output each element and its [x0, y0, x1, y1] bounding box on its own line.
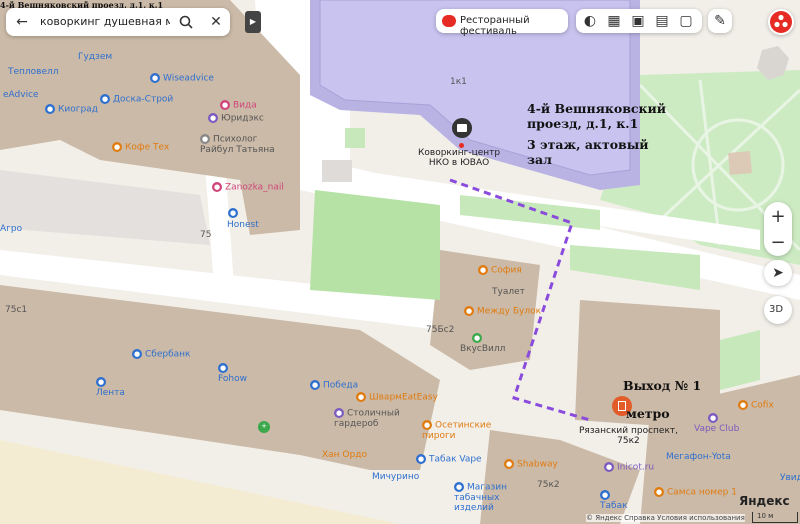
poi-han[interactable]: Хан Ордо: [322, 450, 367, 460]
scale-label: 10 м: [757, 512, 774, 520]
locate-button[interactable]: ➤: [764, 260, 792, 286]
poi-uvid[interactable]: Увид: [780, 473, 800, 483]
building-number: 75с1: [5, 305, 28, 315]
poi-psiholog[interactable]: ● Психолог Райбул Татьяна: [200, 134, 275, 155]
festival-chip[interactable]: Ресторанный фестиваль: [436, 9, 568, 37]
poi-honest[interactable]: ●: [228, 208, 241, 219]
poi-osetinskie[interactable]: ● Осетинские пироги: [422, 420, 491, 441]
footer-links[interactable]: © Яндекс Справка Условия использования: [586, 514, 745, 522]
poi-vida[interactable]: ● Вида: [220, 100, 257, 111]
close-icon[interactable]: ✕: [206, 12, 226, 32]
view-3d-button[interactable]: 3D: [764, 296, 792, 324]
annotation-metro: метро: [626, 406, 670, 421]
ruler-button[interactable]: ✎: [708, 9, 732, 33]
profile-button[interactable]: [768, 9, 794, 35]
zoom-out-button[interactable]: −: [764, 230, 792, 254]
festival-icon: [442, 15, 456, 27]
poi-sofia[interactable]: ● София: [478, 265, 522, 276]
poi-icon: ●: [150, 73, 160, 83]
annotation-exit: Выход № 1: [623, 378, 702, 393]
poi-sberbank[interactable]: ● Сбербанк: [132, 349, 190, 360]
festival-chip-label: Ресторанный фестиваль: [460, 15, 530, 37]
layers-toolbar: ◐ ▦ ▣ ▤ ▢: [576, 9, 702, 33]
building-number: 75: [200, 230, 212, 240]
poi-samsa[interactable]: ● Самса номер 1: [654, 487, 737, 498]
poi-pobeda[interactable]: ● Победа: [310, 380, 358, 391]
poi-agro[interactable]: Агро: [0, 224, 22, 234]
layers-icon[interactable]: ◐: [580, 11, 600, 31]
pavilion: [728, 151, 752, 175]
bookmark-icon[interactable]: ▢: [676, 11, 696, 31]
poi-toilet[interactable]: Туалет: [492, 287, 525, 297]
annotation-floor: 3 этаж, актовый зал: [527, 137, 649, 167]
building-number: 75Бс2: [426, 325, 455, 335]
poi-wiseadvice[interactable]: ● Wiseadvice: [150, 73, 214, 84]
bus-icon[interactable]: ▤: [652, 11, 672, 31]
poi-michurino[interactable]: Мичурино: [372, 472, 419, 482]
camera-icon[interactable]: ▣: [628, 11, 648, 31]
poi-coworking[interactable]: Коворкинг-центр НКО в ЮВАО: [418, 148, 500, 168]
coworking-pin-dot: [459, 143, 464, 148]
poi-zanozka[interactable]: ● Zanozka_nail: [212, 182, 284, 193]
poi-kiosrad[interactable]: ● Киоград: [45, 104, 98, 115]
poi-vape-club[interactable]: ● Vape Club: [694, 413, 739, 434]
poi-eadvice[interactable]: eAdvice: [3, 90, 39, 100]
map-canvas[interactable]: [0, 0, 800, 524]
poi-kofetex[interactable]: ● Кофе Тех: [112, 142, 169, 153]
poi-shaurma[interactable]: ● ШвармEatEasy: [356, 392, 438, 403]
poi-lenta[interactable]: ● Лента: [96, 377, 125, 398]
poi-honest-label: Honest: [227, 220, 259, 230]
poi-magazin[interactable]: ● Магазин табачных изделий: [454, 482, 507, 513]
building-number: 1к1: [450, 77, 467, 87]
poi-tabakvape[interactable]: ● Табак Vape: [416, 454, 482, 465]
annotation-address: 4-й Вешняковский проезд, д.1, к.1: [527, 101, 667, 131]
poi-fohow[interactable]: ● Fohow: [218, 363, 247, 384]
poi-inicot[interactable]: ● Inicot.ru: [604, 462, 654, 473]
search-icon[interactable]: [176, 12, 196, 32]
zoom-controls: + −: [764, 202, 792, 256]
small-block: [322, 160, 352, 182]
back-arrow-icon[interactable]: ←: [12, 12, 32, 32]
view-3d-label: 3D: [769, 304, 784, 315]
brand-logo[interactable]: Яндекс: [739, 494, 790, 508]
poi-stolichny[interactable]: ● Столичный гардероб: [334, 408, 400, 429]
brand-logo-icon: [770, 11, 792, 33]
briefcase-icon: [457, 124, 467, 132]
location-arrow-icon: ➤: [772, 265, 784, 281]
ruler-icon: ✎: [714, 13, 726, 29]
building-number: 75к2: [537, 480, 560, 490]
scale-bar: 10 м: [752, 512, 798, 523]
poi-ryazansky[interactable]: Рязанский проспект, 75к2: [579, 426, 678, 446]
poi-cofix[interactable]: ● Cofix: [738, 400, 774, 411]
search-panel: ← коворкинг душевная москва ра ✕: [6, 8, 230, 36]
poi-mezhdu[interactable]: ● Между Булок: [464, 306, 541, 317]
poi-megafon[interactable]: Мегафон-Yota: [666, 452, 731, 462]
poi-yuridzeks[interactable]: ● Юридэкс: [208, 113, 264, 124]
poi-shabway[interactable]: ● Shabway: [504, 459, 558, 470]
poi-plus[interactable]: +: [258, 421, 273, 433]
poi-doska[interactable]: ● Доска-Строй: [100, 94, 173, 105]
zoom-in-button[interactable]: +: [764, 204, 792, 228]
search-input[interactable]: коворкинг душевная москва ра: [40, 15, 170, 28]
poi-vkusvill[interactable]: ● ВкусВилл: [460, 333, 505, 354]
coworking-pin[interactable]: [452, 118, 472, 138]
collapse-panel-button[interactable]: ▶: [245, 11, 261, 33]
poi-gudzem[interactable]: Гудзем: [78, 52, 112, 62]
panorama-icon[interactable]: ▦: [604, 11, 624, 31]
metro-exit-icon: [618, 401, 626, 411]
poi-teplovell[interactable]: Тепловелл: [8, 67, 59, 77]
poi-tabak[interactable]: ● Табак: [600, 490, 628, 511]
sports-field: [310, 190, 440, 300]
